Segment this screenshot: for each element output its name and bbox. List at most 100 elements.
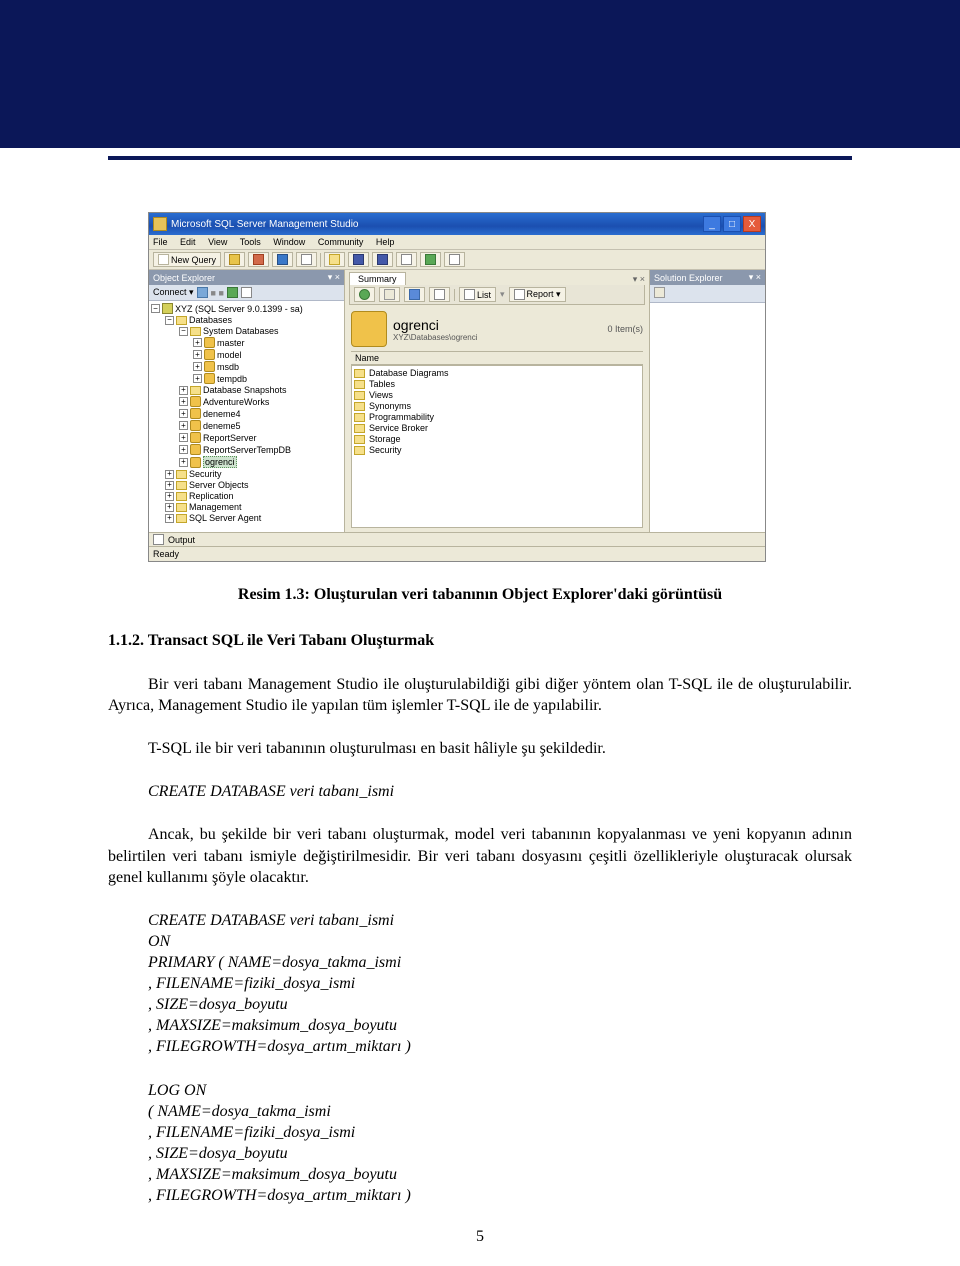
summary-list-header[interactable]: Name xyxy=(351,351,643,365)
db-icon xyxy=(204,337,215,348)
toolbar-icon[interactable] xyxy=(296,252,317,267)
tree-db-item[interactable]: +ReportServer xyxy=(179,432,342,444)
output-bar[interactable]: Output xyxy=(149,532,765,546)
menu-edit[interactable]: Edit xyxy=(180,237,196,247)
menu-help[interactable]: Help xyxy=(376,237,395,247)
folder-icon xyxy=(354,380,365,389)
toolbar-icon[interactable] xyxy=(248,252,269,267)
grid-icon xyxy=(277,254,288,265)
refresh-button[interactable] xyxy=(404,287,425,302)
tree-server-item[interactable]: +Replication xyxy=(165,491,342,502)
connect-bar: Connect ▾ ■ ■ xyxy=(149,285,344,301)
toolbar-icon[interactable] xyxy=(272,252,293,267)
list-item[interactable]: Security xyxy=(354,445,640,456)
list-item[interactable]: Database Diagrams xyxy=(354,368,640,379)
tree-db-item[interactable]: +master xyxy=(193,337,342,349)
close-button[interactable]: X xyxy=(743,216,761,232)
tree-db-item[interactable]: +model xyxy=(193,349,342,361)
window-title: Microsoft SQL Server Management Studio xyxy=(171,219,359,230)
toolbar-icon[interactable] xyxy=(444,252,465,267)
folder-icon xyxy=(190,327,201,336)
filter-button[interactable] xyxy=(429,287,450,302)
maximize-button[interactable]: □ xyxy=(723,216,741,232)
menu-window[interactable]: Window xyxy=(273,237,305,247)
refresh-icon[interactable] xyxy=(227,287,238,298)
tree-server-node[interactable]: −XYZ (SQL Server 9.0.1399 - sa) xyxy=(151,303,342,315)
list-item[interactable]: Tables xyxy=(354,379,640,390)
list-view-button[interactable]: List xyxy=(459,287,496,302)
pane-close-icon[interactable]: ▾ × xyxy=(749,272,761,283)
summary-tab[interactable]: Summary xyxy=(349,272,406,285)
list-icon xyxy=(449,254,460,265)
list-item[interactable]: Synonyms xyxy=(354,401,640,412)
paragraph: T-SQL ile bir veri tabanının oluşturulma… xyxy=(108,738,852,759)
summary-breadcrumb: XYZ\Databases\ogrenci xyxy=(393,333,601,342)
toolbar-open[interactable] xyxy=(324,252,345,267)
solution-icon[interactable] xyxy=(654,287,665,298)
filter-icon[interactable] xyxy=(241,287,252,298)
tree-db-selected[interactable]: +ogrenci xyxy=(179,456,342,469)
nav-back-button[interactable] xyxy=(354,287,375,302)
pane-close-icon[interactable]: ▾ × xyxy=(328,272,340,283)
filter-icon xyxy=(434,289,445,300)
database-large-icon xyxy=(351,311,387,347)
db-icon xyxy=(190,408,201,419)
new-query-button[interactable]: New Query xyxy=(153,252,221,267)
tree-server-item[interactable]: +SQL Server Agent xyxy=(165,513,342,524)
tree-server-item[interactable]: +Security xyxy=(165,469,342,480)
refresh-icon xyxy=(409,289,420,300)
save-icon xyxy=(353,254,364,265)
tree-db-item[interactable]: +deneme5 xyxy=(179,420,342,432)
code-block: LOG ON ( NAME=dosya_takma_ismi , FILENAM… xyxy=(148,1080,852,1207)
toolbar-icon[interactable] xyxy=(420,252,441,267)
folder-icon xyxy=(354,402,365,411)
connect-button[interactable]: Connect ▾ xyxy=(153,287,194,298)
tree-db-item[interactable]: +AdventureWorks xyxy=(179,396,342,408)
table-icon xyxy=(401,254,412,265)
history-icon xyxy=(384,289,395,300)
menu-file[interactable]: File xyxy=(153,237,168,247)
status-bar: Ready xyxy=(149,546,765,561)
tree-server-item[interactable]: +Server Objects xyxy=(165,480,342,491)
toolbar-save[interactable] xyxy=(348,252,369,267)
code-inline: CREATE DATABASE veri tabanı_ismi xyxy=(148,781,852,802)
tab-close-icon[interactable]: ▾ × xyxy=(633,274,645,285)
connect-icon[interactable] xyxy=(197,287,208,298)
folder-open-icon xyxy=(329,254,340,265)
nav-history-button[interactable] xyxy=(379,287,400,302)
list-item[interactable]: Views xyxy=(354,390,640,401)
tree-db-item[interactable]: +ReportServerTempDB xyxy=(179,444,342,456)
list-item[interactable]: Service Broker xyxy=(354,423,640,434)
toolbar-icon[interactable] xyxy=(396,252,417,267)
db-icon xyxy=(204,349,215,360)
menu-tools[interactable]: Tools xyxy=(240,237,261,247)
tree-db-item[interactable]: +tempdb xyxy=(193,373,342,385)
folder-icon xyxy=(354,413,365,422)
toolbar-icon[interactable] xyxy=(224,252,245,267)
folder-icon xyxy=(354,391,365,400)
summary-list[interactable]: Database Diagrams Tables Views Synonyms … xyxy=(351,365,643,528)
list-item[interactable]: Storage xyxy=(354,434,640,445)
report-button[interactable]: Report ▾ xyxy=(509,287,566,302)
folder-icon xyxy=(176,316,187,325)
folder-icon xyxy=(176,492,187,501)
db-icon xyxy=(190,432,201,443)
list-item[interactable]: Programmability xyxy=(354,412,640,423)
tree-databases-node[interactable]: −Databases xyxy=(165,315,342,326)
tree-db-item[interactable]: +deneme4 xyxy=(179,408,342,420)
object-explorer-tree[interactable]: −XYZ (SQL Server 9.0.1399 - sa) −Databas… xyxy=(149,301,344,532)
minimize-button[interactable]: _ xyxy=(703,216,721,232)
tree-snapshots-node[interactable]: +Database Snapshots xyxy=(179,385,342,396)
tree-db-item[interactable]: +msdb xyxy=(193,361,342,373)
folder-icon xyxy=(176,470,187,479)
summary-pane: Summary ▾ × List ▾ Report ▾ xyxy=(345,270,649,532)
cube-icon xyxy=(253,254,264,265)
tree-sysdb-node[interactable]: −System Databases xyxy=(179,326,342,337)
toolbar-saveall[interactable] xyxy=(372,252,393,267)
summary-item-count: 0 Item(s) xyxy=(607,324,643,334)
folder-icon xyxy=(176,481,187,490)
header-underline xyxy=(108,156,852,160)
menu-view[interactable]: View xyxy=(208,237,227,247)
menu-community[interactable]: Community xyxy=(318,237,364,247)
tree-server-item[interactable]: +Management xyxy=(165,502,342,513)
